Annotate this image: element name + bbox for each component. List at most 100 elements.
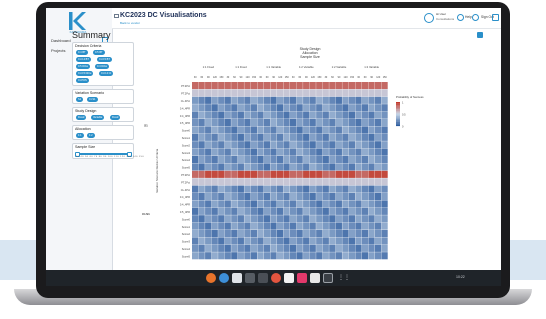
heatmap-cell — [257, 96, 264, 104]
settings-icon[interactable] — [457, 14, 464, 21]
heatmap-cell — [348, 104, 356, 112]
heatmap-cell — [198, 156, 205, 164]
heatmap-cell — [342, 163, 349, 171]
heatmap-cell — [192, 237, 199, 245]
heatmap-cell — [205, 141, 212, 149]
chip[interactable]: Ct.0.4 Ct — [99, 71, 114, 76]
heatmap-cell — [231, 119, 238, 127]
help-link[interactable]: Help — [465, 15, 472, 19]
heatmap-cell — [231, 141, 238, 149]
row-label: Score5 — [182, 254, 191, 258]
chip[interactable]: 1:1 — [76, 133, 84, 138]
column-tick-label: 60 — [331, 76, 334, 79]
heatmap-cell — [381, 193, 388, 201]
chip[interactable]: Fixed — [76, 115, 87, 120]
heatmap-cell — [218, 119, 225, 127]
heatmap-cell — [244, 111, 251, 119]
heatmap-cell — [192, 215, 199, 223]
heatmap-cell — [237, 111, 244, 119]
heatmap-cell — [263, 244, 271, 252]
legend-swatch — [396, 110, 400, 112]
heatmap-cell — [198, 89, 205, 97]
settings-icon[interactable] — [310, 273, 320, 283]
heatmap-cell — [309, 230, 316, 238]
chip[interactable]: Ct.0.5 DiCe — [76, 71, 94, 76]
browser-icon[interactable] — [219, 273, 229, 283]
chip[interactable]: Ct.0.4 BT — [76, 57, 91, 62]
heatmap-cell — [368, 170, 375, 178]
heatmap-cell — [322, 244, 329, 252]
info-icon[interactable] — [477, 32, 483, 38]
heatmap-cell — [381, 185, 388, 193]
legend-swatch — [396, 106, 400, 109]
heatmap-cell — [296, 156, 303, 164]
heatmap-cell — [218, 215, 225, 223]
heatmap-cell — [263, 148, 271, 156]
store-icon[interactable] — [297, 273, 307, 283]
heatmap-cell — [329, 230, 336, 238]
heatmap-cell — [342, 200, 349, 208]
heatmap-cell — [329, 252, 336, 260]
home-icon[interactable] — [114, 14, 119, 18]
calendar-icon[interactable] — [284, 273, 294, 283]
legend-swatch — [396, 116, 400, 118]
heatmap-cell — [250, 156, 258, 164]
heatmap-cell — [205, 244, 212, 252]
firefox-icon[interactable] — [206, 273, 216, 283]
chip[interactable]: Ct.0.5 BT — [97, 57, 112, 62]
heatmap-cell — [237, 252, 244, 260]
chip[interactable]: 0.4 DiCe — [95, 64, 110, 69]
files-icon[interactable] — [232, 273, 242, 283]
heatmap-cell — [224, 89, 231, 97]
monitor-icon[interactable] — [323, 273, 333, 283]
heatmap-cell — [355, 141, 362, 149]
heatmap-cell — [263, 185, 271, 193]
sample-size-slider[interactable] — [76, 153, 130, 155]
chip[interactable]: 0.5 DiCe — [76, 64, 91, 69]
heatmap-cell — [309, 119, 316, 127]
chip[interactable]: Variable — [91, 115, 105, 120]
heatmap-cell — [224, 82, 231, 90]
heatmap-cell — [361, 126, 369, 134]
heatmap-cell — [198, 82, 205, 90]
chip[interactable]: 1:2 — [87, 133, 95, 138]
heatmap-cell — [368, 111, 375, 119]
chip[interactable]: 0.5 BT — [93, 50, 105, 55]
heatmap-cell — [250, 133, 258, 141]
heatmap-cell — [381, 230, 388, 238]
heatmap-cell — [211, 119, 218, 127]
apps-grid-icon[interactable]: ⋮⋮ — [338, 273, 350, 283]
heatmap-cell — [244, 200, 251, 208]
heatmap-cell — [205, 170, 212, 178]
heatmap-cell — [290, 119, 297, 127]
chip[interactable]: Fixed — [110, 115, 121, 120]
heatmap-cell — [374, 111, 382, 119]
heatmap-cell — [237, 244, 244, 252]
legend-swatch — [396, 109, 400, 111]
heatmap-cell — [335, 237, 342, 245]
heatmap-cell — [303, 141, 310, 149]
heatmap-cell — [211, 237, 218, 245]
slider-ticks: 30 40 50 60 70 80 90 100 110 120 130 140… — [76, 156, 145, 158]
heatmap-cell — [218, 148, 225, 156]
logout-icon[interactable] — [492, 14, 499, 21]
chip[interactable]: Ct.S1 — [87, 97, 98, 102]
card-title: Decision Criteria — [75, 44, 102, 48]
column-tick-label: 30 — [227, 76, 230, 79]
chip[interactable]: 0.4 BT — [76, 50, 88, 55]
app-icon[interactable] — [271, 273, 281, 283]
help-icon[interactable] — [472, 14, 479, 21]
heatmap-cell — [322, 170, 329, 178]
heatmap-cell — [211, 170, 218, 178]
back-link[interactable]: Back to vendor — [120, 21, 140, 25]
row-label: CL.4Pct — [181, 188, 191, 192]
heatmap-cell — [192, 178, 199, 186]
terminal-icon[interactable] — [245, 273, 255, 283]
heatmap-cell — [355, 126, 362, 134]
chip[interactable]: S1 — [76, 97, 84, 102]
avatar[interactable] — [424, 13, 434, 23]
editor-icon[interactable] — [258, 273, 268, 283]
heatmap-cell — [290, 178, 297, 186]
heatmap-cell — [361, 170, 369, 178]
chip[interactable]: Ct.POS — [76, 78, 89, 83]
